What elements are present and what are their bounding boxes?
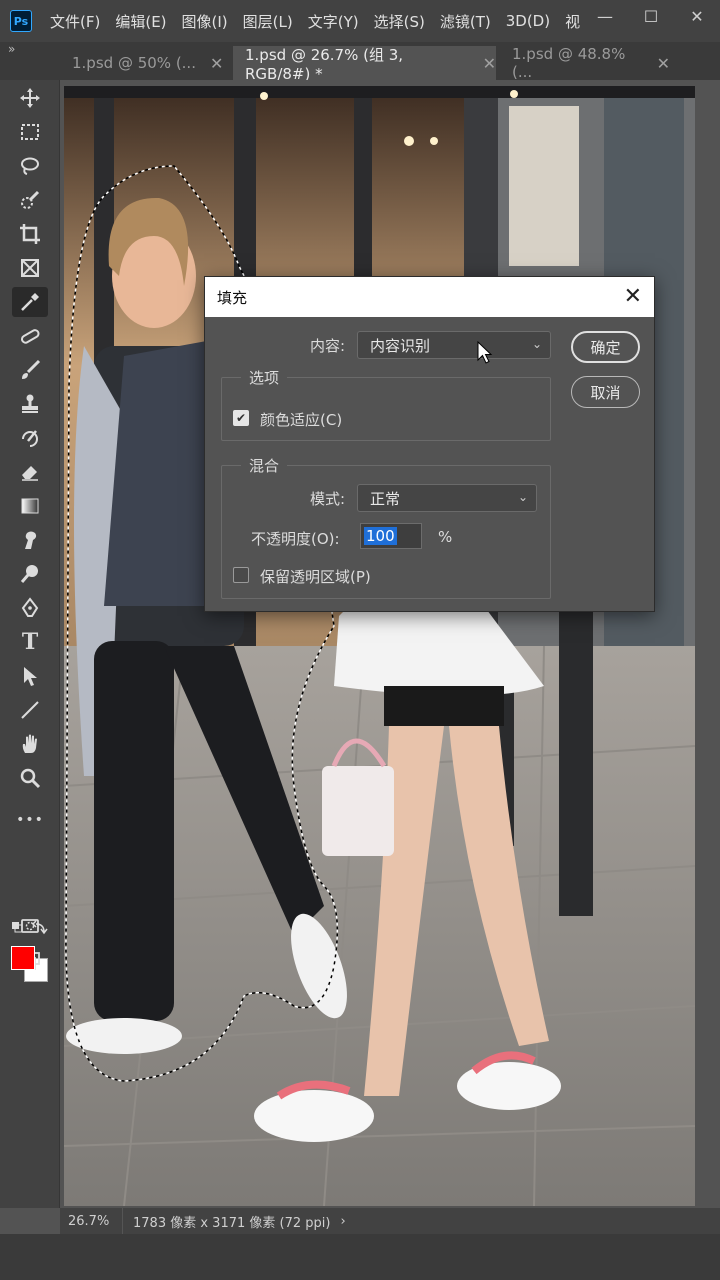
panel-collapse-icon[interactable]: »	[8, 42, 15, 56]
frame-tool-icon[interactable]	[12, 253, 48, 283]
more-tools-icon[interactable]: •••	[12, 805, 48, 835]
hand-tool-icon[interactable]	[12, 729, 48, 759]
photoshop-window: Ps 文件(F) 编辑(E) 图像(I) 图层(L) 文字(Y) 选择(S) 滤…	[0, 0, 720, 1280]
quick-mask-icon[interactable]	[12, 911, 48, 941]
ok-button[interactable]: 确定	[571, 331, 640, 363]
chevron-down-icon: ⌄	[531, 337, 542, 351]
close-icon[interactable]: ✕	[483, 54, 496, 73]
type-tool-icon[interactable]: T	[12, 627, 48, 657]
menu-view[interactable]: 视	[565, 11, 580, 32]
opacity-unit: %	[438, 528, 453, 546]
dodge-tool-icon[interactable]	[12, 559, 48, 589]
mouse-cursor-icon	[477, 341, 493, 364]
menu-file[interactable]: 文件(F)	[50, 11, 100, 32]
quick-selection-tool-icon[interactable]	[12, 185, 48, 215]
zoom-tool-icon[interactable]	[12, 763, 48, 793]
menu-edit[interactable]: 编辑(E)	[115, 11, 166, 32]
dialog-titlebar[interactable]: 填充 ✕	[205, 277, 654, 317]
clone-stamp-tool-icon[interactable]	[12, 389, 48, 419]
photoshop-logo: Ps	[10, 10, 32, 32]
restore-button[interactable]: ☐	[628, 0, 674, 32]
pen-tool-icon[interactable]	[12, 593, 48, 623]
menu-layer[interactable]: 图层(L)	[243, 11, 293, 32]
smudge-tool-icon[interactable]	[12, 525, 48, 555]
healing-tool-icon[interactable]	[12, 321, 48, 351]
brush-tool-icon[interactable]	[12, 355, 48, 385]
dialog-title: 填充	[217, 288, 248, 307]
opacity-input[interactable]: 100	[360, 523, 422, 549]
menu-3d[interactable]: 3D(D)	[506, 12, 550, 30]
mode-select[interactable]: 正常 ⌄	[357, 484, 537, 512]
tools-panel: T •••	[0, 80, 60, 1208]
tab-label: 1.psd @ 48.8% (...	[512, 45, 626, 81]
menu-bar: Ps 文件(F) 编辑(E) 图像(I) 图层(L) 文字(Y) 选择(S) 滤…	[0, 0, 720, 42]
window-controls: — ☐ ✕	[582, 0, 720, 32]
content-select[interactable]: 内容识别 ⌄	[357, 331, 551, 359]
close-icon[interactable]: ✕	[210, 54, 223, 73]
tab-doc-50[interactable]: 1.psd @ 50% (... ✕	[60, 46, 230, 80]
color-adapt-checkbox[interactable]: ✔	[233, 410, 249, 426]
document-tab-bar: » 1.psd @ 50% (... ✕ 1.psd @ 26.7% (组 3,…	[0, 42, 720, 83]
chevron-down-icon: ⌄	[517, 490, 528, 504]
eraser-tool-icon[interactable]	[12, 457, 48, 487]
content-label: 内容:	[310, 337, 346, 355]
tab-doc-26[interactable]: 1.psd @ 26.7% (组 3, RGB/8#) * ✕	[233, 45, 496, 83]
menu-select[interactable]: 选择(S)	[374, 11, 425, 32]
history-brush-tool-icon[interactable]	[12, 423, 48, 453]
menu-image[interactable]: 图像(I)	[182, 11, 228, 32]
close-window-button[interactable]: ✕	[674, 0, 720, 32]
lasso-tool-icon[interactable]	[12, 151, 48, 181]
street-photo	[64, 86, 695, 1206]
line-tool-icon[interactable]	[12, 695, 48, 725]
crop-tool-icon[interactable]	[12, 219, 48, 249]
tab-label: 1.psd @ 26.7% (组 3, RGB/8#) *	[245, 45, 404, 83]
mode-select-value: 正常	[370, 489, 401, 508]
bottom-panel	[0, 1234, 720, 1280]
path-selection-tool-icon[interactable]	[12, 661, 48, 691]
mode-label: 模式:	[310, 490, 346, 508]
eyedropper-tool-icon[interactable]	[12, 287, 48, 317]
foreground-color-swatch[interactable]	[11, 946, 35, 970]
move-tool-icon[interactable]	[12, 83, 48, 113]
document-image[interactable]	[64, 86, 695, 1206]
document-info: 1783 像素 x 3171 像素 (72 ppi)	[122, 1208, 330, 1234]
canvas-area[interactable]	[61, 80, 720, 1208]
chevron-right-icon[interactable]: ›	[340, 1214, 345, 1229]
opacity-label: 不透明度(O):	[251, 530, 340, 548]
marquee-tool-icon[interactable]	[12, 117, 48, 147]
fill-dialog: 填充 ✕ 内容: 内容识别 ⌄ 确定 取消 选项 ✔ 颜色适应(C) 混合 模式…	[204, 276, 655, 612]
minimize-button[interactable]: —	[582, 0, 628, 32]
gradient-tool-icon[interactable]	[12, 491, 48, 521]
preserve-transparency-label[interactable]: 保留透明区域(P)	[260, 566, 371, 587]
menu-filter[interactable]: 滤镜(T)	[440, 11, 491, 32]
preserve-transparency-checkbox[interactable]	[233, 567, 249, 583]
tab-label: 1.psd @ 50% (...	[72, 54, 196, 72]
menu-type[interactable]: 文字(Y)	[308, 11, 359, 32]
zoom-level[interactable]: 26.7%	[60, 1214, 122, 1229]
close-icon[interactable]: ✕	[657, 54, 670, 73]
blend-group-title: 混合	[241, 455, 288, 476]
tab-doc-48[interactable]: 1.psd @ 48.8% (... ✕	[500, 45, 670, 81]
opacity-value: 100	[364, 527, 397, 545]
close-icon[interactable]: ✕	[624, 286, 642, 308]
options-group-title: 选项	[241, 367, 288, 388]
status-bar: 26.7% 1783 像素 x 3171 像素 (72 ppi) ›	[60, 1208, 720, 1234]
color-adapt-label[interactable]: 颜色适应(C)	[260, 409, 342, 430]
cancel-button[interactable]: 取消	[571, 376, 640, 408]
content-select-value: 内容识别	[370, 336, 431, 355]
